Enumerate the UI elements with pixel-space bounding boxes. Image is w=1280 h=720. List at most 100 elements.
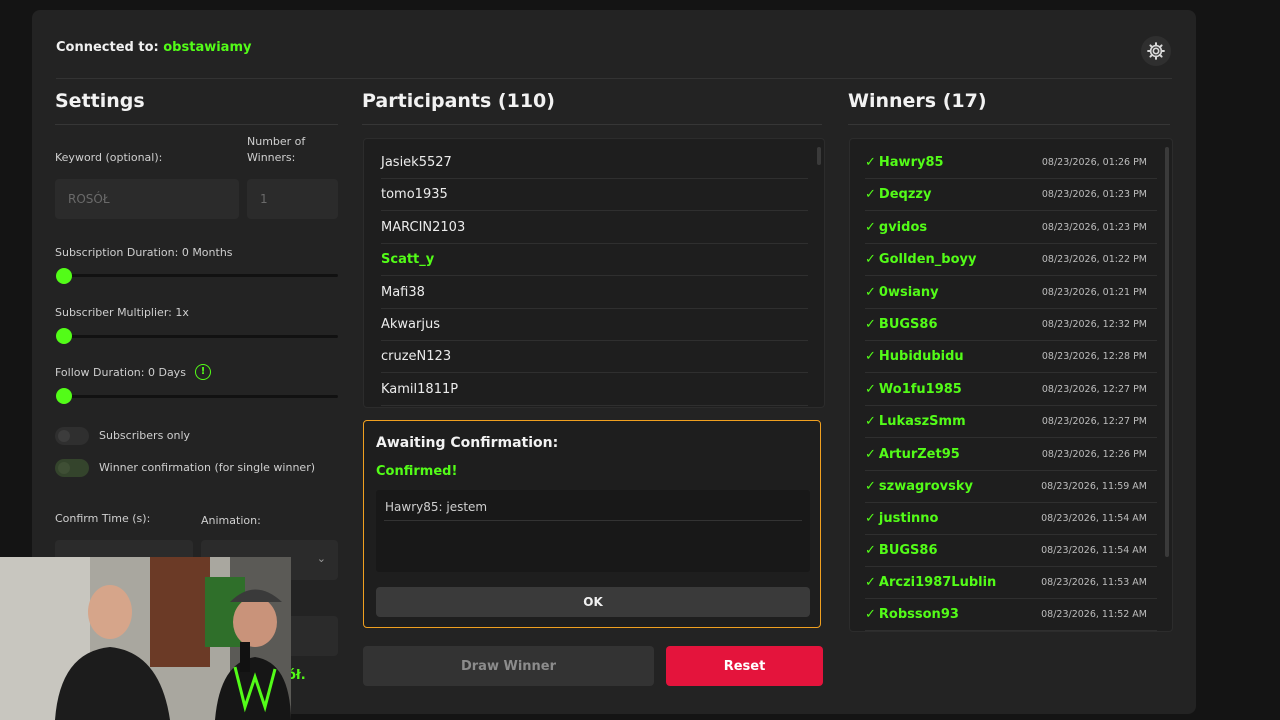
channel-name: obstawiamy bbox=[163, 40, 252, 55]
webcam-overlay bbox=[0, 557, 291, 720]
winner-row[interactable]: ✓ BUGS86 08/23/2026, 12:32 PM bbox=[865, 309, 1157, 341]
winner-time: 08/23/2026, 12:28 PM bbox=[1041, 351, 1147, 362]
winner-time: 08/23/2026, 01:23 PM bbox=[1041, 222, 1147, 233]
confirmation-message-box: Hawry85: jestem bbox=[376, 490, 810, 572]
subscription-duration-slider[interactable] bbox=[56, 274, 338, 277]
winner-name-text: BUGS86 bbox=[878, 543, 938, 558]
winner-row[interactable]: ✓ LukaszSmm 08/23/2026, 12:27 PM bbox=[865, 406, 1157, 438]
chevron-down-icon: ⌄ bbox=[316, 552, 326, 565]
winner-time: 08/23/2026, 12:32 PM bbox=[1041, 319, 1147, 330]
subscriber-multiplier-knob[interactable] bbox=[56, 328, 72, 344]
participant-name: Kamil1811P bbox=[381, 382, 459, 397]
winner-row[interactable]: ✓ Robsson93 08/23/2026, 11:52 AM bbox=[865, 599, 1157, 631]
winner-name: ✓ ArturZet95 bbox=[865, 447, 960, 462]
participant-row[interactable]: tomo1935 bbox=[381, 179, 808, 211]
winner-name-text: szwagrovsky bbox=[878, 479, 973, 494]
winner-row[interactable]: ✓ Gollden_boyy 08/23/2026, 01:22 PM bbox=[865, 244, 1157, 276]
draw-winner-button[interactable]: Draw Winner bbox=[363, 646, 654, 686]
participants-list[interactable]: Jasiek5527 tomo1935 MARCIN2103 Scatt_y M… bbox=[363, 138, 825, 408]
winner-row[interactable]: ✓ Arczi1987Lublin 08/23/2026, 11:53 AM bbox=[865, 567, 1157, 599]
winner-row[interactable]: ✓ Hubidubidu 08/23/2026, 12:28 PM bbox=[865, 341, 1157, 373]
participant-row[interactable]: MARCIN2103 bbox=[381, 212, 808, 244]
check-icon: ✓ bbox=[865, 575, 876, 590]
participant-row[interactable]: cruzeN123 bbox=[381, 341, 808, 373]
settings-gear-button[interactable] bbox=[1141, 36, 1171, 66]
winner-name: ✓ 0wsiany bbox=[865, 285, 939, 300]
participants-scrollbar[interactable] bbox=[817, 147, 821, 165]
confirmation-title: Awaiting Confirmation: bbox=[376, 435, 559, 451]
check-icon: ✓ bbox=[865, 155, 876, 170]
check-icon: ✓ bbox=[865, 543, 876, 558]
settings-divider bbox=[55, 124, 338, 125]
winner-name: ✓ Hawry85 bbox=[865, 155, 944, 170]
keyword-input[interactable]: ROSÓŁ bbox=[55, 179, 239, 219]
confirm-time-label: Confirm Time (s): bbox=[55, 512, 151, 525]
winner-name-text: BUGS86 bbox=[878, 317, 938, 332]
winner-row[interactable]: ✓ BUGS86 08/23/2026, 11:54 AM bbox=[865, 535, 1157, 567]
subscription-duration-knob[interactable] bbox=[56, 268, 72, 284]
winners-list[interactable]: ✓ Hawry85 08/23/2026, 01:26 PM ✓ Deqzzy 08… bbox=[849, 138, 1173, 632]
winner-time: 08/23/2026, 01:22 PM bbox=[1041, 254, 1147, 265]
animation-label: Animation: bbox=[201, 514, 261, 527]
winner-name: ✓ Robsson93 bbox=[865, 607, 959, 622]
winner-row[interactable]: ✓ 0wsiany 08/23/2026, 01:21 PM bbox=[865, 277, 1157, 309]
check-icon: ✓ bbox=[865, 187, 876, 202]
check-icon: ✓ bbox=[865, 479, 876, 494]
winner-name-text: justinno bbox=[878, 511, 939, 526]
check-icon: ✓ bbox=[865, 252, 876, 267]
follow-duration-knob[interactable] bbox=[56, 388, 72, 404]
ok-button[interactable]: OK bbox=[376, 587, 810, 617]
check-icon: ✓ bbox=[865, 220, 876, 235]
winner-row[interactable]: ✓ Wo1fu1985 08/23/2026, 12:27 PM bbox=[865, 374, 1157, 406]
winner-time: 08/23/2026, 12:27 PM bbox=[1041, 384, 1147, 395]
participant-name: Akwarjus bbox=[381, 317, 440, 332]
info-icon[interactable]: ! bbox=[195, 364, 211, 380]
participant-row[interactable]: Mafi38 bbox=[381, 277, 808, 309]
follow-duration-slider[interactable] bbox=[56, 395, 338, 398]
winners-count-input[interactable]: 1 bbox=[247, 179, 338, 219]
winner-time: 08/23/2026, 11:54 AM bbox=[1041, 545, 1147, 556]
winner-row[interactable]: ✓ Deqzzy 08/23/2026, 01:23 PM bbox=[865, 179, 1157, 211]
connected-label: Connected to: bbox=[56, 40, 159, 55]
winners-count-placeholder: 1 bbox=[260, 192, 268, 206]
connection-status: Connected to: obstawiamy bbox=[56, 40, 251, 55]
winners-scrollbar[interactable] bbox=[1165, 147, 1169, 557]
winners-title: Winners (17) bbox=[848, 90, 987, 112]
participant-row-highlighted[interactable]: Scatt_y bbox=[381, 244, 808, 276]
subscribers-only-label: Subscribers only bbox=[99, 429, 191, 442]
winner-row[interactable]: ✓ Hawry85 08/23/2026, 01:26 PM bbox=[865, 147, 1157, 179]
winner-time: 08/23/2026, 01:21 PM bbox=[1041, 287, 1147, 298]
winners-count-label-line2: Winners: bbox=[247, 151, 296, 164]
winner-name: ✓ BUGS86 bbox=[865, 317, 938, 332]
participant-row[interactable]: Akwarjus bbox=[381, 309, 808, 341]
winners-count-label-line1: Number of bbox=[247, 135, 306, 148]
webcam-image bbox=[0, 557, 291, 720]
keyword-label: Keyword (optional): bbox=[55, 151, 163, 164]
participant-row[interactable]: Kamil1811P bbox=[381, 374, 808, 406]
winner-time: 08/23/2026, 12:27 PM bbox=[1041, 416, 1147, 427]
follow-duration-label: Follow Duration: 0 Days bbox=[55, 366, 186, 379]
winner-time: 08/23/2026, 11:59 AM bbox=[1041, 481, 1147, 492]
winner-row[interactable]: ✓ ArturZet95 08/23/2026, 12:26 PM bbox=[865, 439, 1157, 471]
settings-title: Settings bbox=[55, 90, 145, 112]
winner-name-text: Deqzzy bbox=[878, 187, 932, 202]
winner-row[interactable]: ✓ szwagrovsky 08/23/2026, 11:59 AM bbox=[865, 471, 1157, 503]
reset-button[interactable]: Reset bbox=[666, 646, 823, 686]
subscriber-multiplier-slider[interactable] bbox=[56, 335, 338, 338]
winner-name: ✓ szwagrovsky bbox=[865, 479, 973, 494]
winner-time: 08/23/2026, 11:53 AM bbox=[1041, 577, 1147, 588]
winner-confirmation-toggle[interactable] bbox=[55, 459, 89, 477]
winner-name-text: Hubidubidu bbox=[878, 349, 964, 364]
participant-row[interactable]: Jasiek5527 bbox=[381, 147, 808, 179]
winner-name: ✓ LukaszSmm bbox=[865, 414, 966, 429]
subscribers-only-toggle[interactable] bbox=[55, 427, 89, 445]
check-icon: ✓ bbox=[865, 349, 876, 364]
winner-row[interactable]: ✓ gvidos 08/23/2026, 01:23 PM bbox=[865, 212, 1157, 244]
winner-name-text: ArturZet95 bbox=[878, 447, 960, 462]
winner-name-text: LukaszSmm bbox=[878, 414, 966, 429]
winner-name-text: Arczi1987Lublin bbox=[878, 575, 997, 590]
header-divider bbox=[56, 78, 1172, 79]
winner-row[interactable]: ✓ justinno 08/23/2026, 11:54 AM bbox=[865, 503, 1157, 535]
winner-name: ✓ gvidos bbox=[865, 220, 927, 235]
check-icon: ✓ bbox=[865, 607, 876, 622]
